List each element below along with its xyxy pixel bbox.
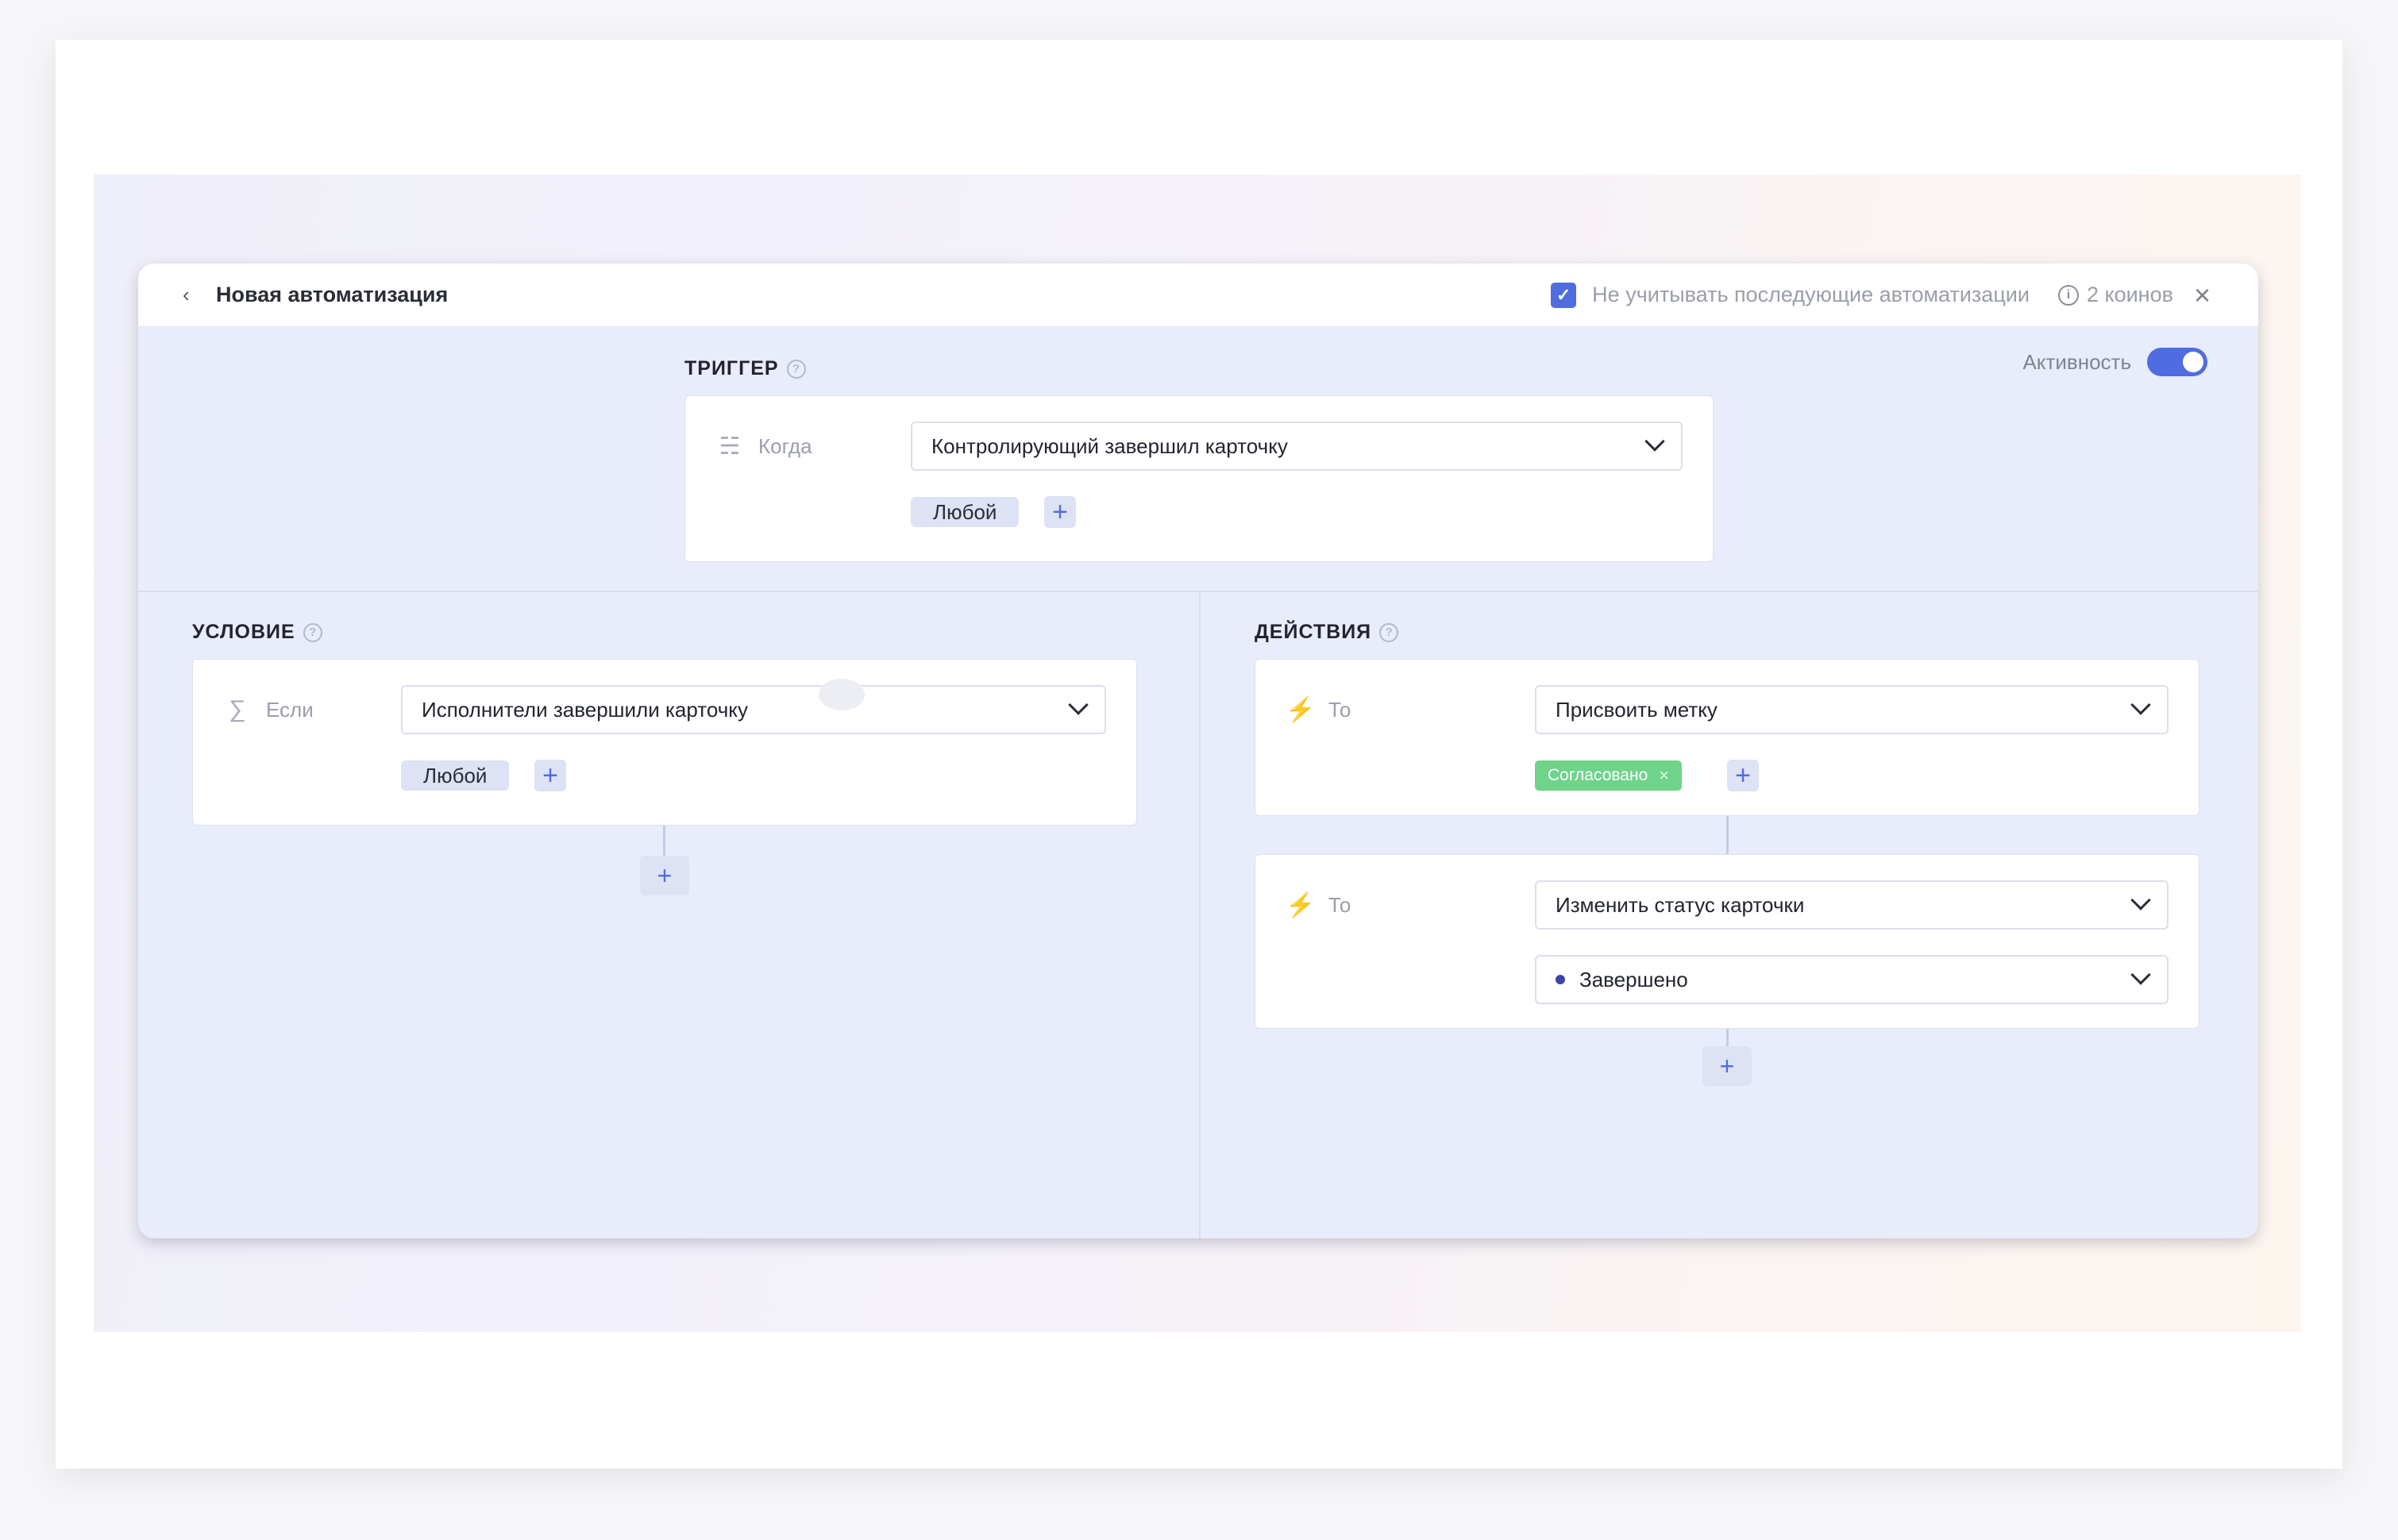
chevron-left-icon[interactable]: ‹ <box>183 283 206 307</box>
trigger-any-chip[interactable]: Любой <box>911 497 1020 527</box>
action-row-label: ⚡ То <box>1286 891 1351 919</box>
chevron-down-icon <box>2130 890 2151 911</box>
close-icon[interactable]: × <box>2194 280 2211 310</box>
trigger-select[interactable]: Контролирующий завершил карточку <box>911 422 1683 471</box>
trigger-select-value: Контролирующий завершил карточку <box>931 433 1288 458</box>
backdrop: ‹ Новая автоматизация ✓ Не учитывать пос… <box>94 175 2301 1332</box>
screenshot-frame: ‹ Новая автоматизация ✓ Не учитывать пос… <box>56 40 2342 1469</box>
add-action-button[interactable]: + <box>1702 1046 1752 1086</box>
then-label: То <box>1328 698 1351 722</box>
help-icon[interactable]: ? <box>786 359 806 379</box>
info-icon: i <box>2057 284 2079 306</box>
connector-line <box>663 826 665 856</box>
chevron-down-icon <box>2130 964 2151 985</box>
condition-section-title: УСЛОВИЕ ? <box>192 621 322 644</box>
action-select-assign-tag[interactable]: Присвоить метку <box>1535 685 2169 734</box>
action-card-1: ⚡ То Присвоить метку Согласовано × + <box>1255 659 2199 816</box>
action-select-value: Изменить статус карточки <box>1556 892 1805 917</box>
help-icon[interactable]: ? <box>303 622 322 642</box>
chevron-down-icon <box>2130 695 2151 715</box>
condition-title-text: УСЛОВИЕ <box>192 621 295 643</box>
modal-title: Новая автоматизация <box>216 283 449 306</box>
actions-title-text: ДЕЙСТВИЯ <box>1255 621 1372 643</box>
modal-header: ‹ Новая автоматизация ✓ Не учитывать пос… <box>138 264 2258 327</box>
action-select-change-status[interactable]: Изменить статус карточки <box>1535 880 2169 930</box>
condition-card: ∑ Если Исполнители завершили карточку Лю… <box>192 659 1137 826</box>
action-select-value: Присвоить метку <box>1556 697 1718 722</box>
mouse-cursor <box>819 679 865 710</box>
trigger-card: ☵ Когда Контролирующий завершил карточку… <box>684 395 1714 562</box>
ignore-subsequent-label: Не учитывать последующие автоматизации <box>1592 283 2030 306</box>
if-label: Если <box>266 697 314 722</box>
coins-cost: 2 коинов <box>2086 283 2173 306</box>
connector-line <box>1726 1029 1729 1046</box>
actions-section-title: ДЕЙСТВИЯ ? <box>1255 621 1399 644</box>
condition-any-chip[interactable]: Любой <box>401 760 510 791</box>
section-divider <box>138 591 2258 592</box>
add-tag-button[interactable]: + <box>1727 760 1759 791</box>
trigger-row-label: ☵ Когда <box>715 433 812 460</box>
status-select[interactable]: Завершено <box>1535 955 2169 1004</box>
add-condition-button[interactable]: + <box>640 856 689 895</box>
activity-switch: Активность <box>2022 348 2207 376</box>
header-actions: ✓ Не учитывать последующие автоматизации… <box>1551 280 2211 310</box>
toggle-knob <box>2183 352 2203 372</box>
tag-approved-label: Согласовано <box>1548 766 1648 784</box>
then-label: То <box>1328 893 1351 917</box>
lightning-icon: ⚡ <box>1286 697 1316 723</box>
condition-select[interactable]: Исполнители завершили карточку <box>401 685 1106 734</box>
automation-modal: ‹ Новая автоматизация ✓ Не учитывать пос… <box>138 264 2258 1238</box>
activity-label: Активность <box>2022 349 2131 374</box>
action-card-2: ⚡ То Изменить статус карточки Завершено <box>1255 854 2199 1029</box>
condition-row-label: ∑ Если <box>223 696 314 723</box>
column-divider <box>1199 592 1201 1238</box>
connector-line <box>1726 816 1729 854</box>
remove-tag-icon[interactable]: × <box>1659 765 1669 786</box>
sigma-icon: ∑ <box>229 696 246 722</box>
lightning-icon: ⚡ <box>1286 892 1316 918</box>
condition-add-button[interactable]: + <box>534 760 566 791</box>
trigger-add-button[interactable]: + <box>1044 496 1076 528</box>
activity-toggle[interactable] <box>2147 348 2207 376</box>
status-dot <box>1556 975 1565 984</box>
trigger-icon: ☵ <box>719 433 741 460</box>
tag-approved[interactable]: Согласовано × <box>1535 760 1683 791</box>
chevron-down-icon <box>1068 695 1089 715</box>
help-icon[interactable]: ? <box>1379 622 1399 642</box>
when-label: Когда <box>758 434 812 458</box>
trigger-section-title: ТРИГГЕР ? <box>684 357 806 380</box>
chevron-down-icon <box>1644 431 1665 452</box>
trigger-title-text: ТРИГГЕР <box>684 357 779 379</box>
ignore-subsequent-checkbox[interactable]: ✓ <box>1551 282 1577 308</box>
condition-select-value: Исполнители завершили карточку <box>422 697 748 722</box>
status-value: Завершено <box>1579 967 1688 991</box>
action-row-label: ⚡ То <box>1286 696 1351 724</box>
